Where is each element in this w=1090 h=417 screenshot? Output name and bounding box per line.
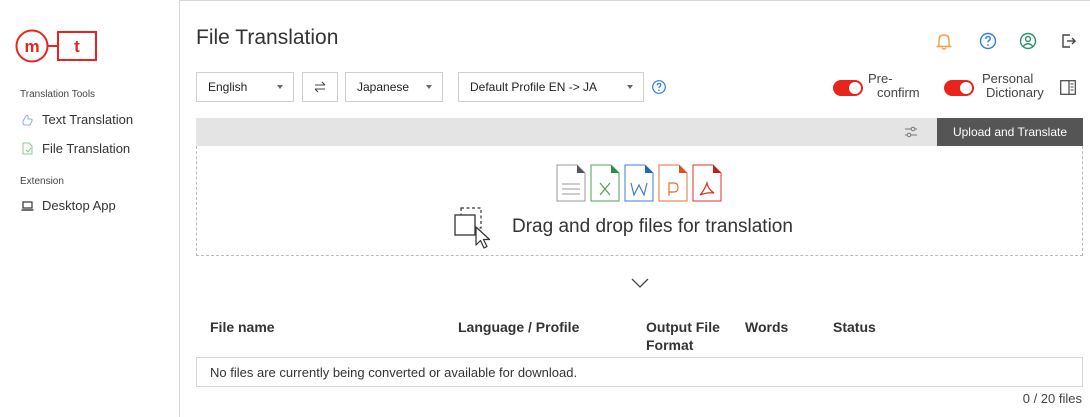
- empty-table-message: No files are currently being converted o…: [196, 357, 1083, 387]
- sidebar-item-desktop-app[interactable]: Desktop App: [20, 198, 116, 213]
- pdf-file-icon: [692, 164, 722, 202]
- laptop-icon: [20, 199, 34, 213]
- section-extension: Extension: [20, 176, 64, 187]
- swap-languages-button[interactable]: [302, 72, 338, 102]
- account-icon[interactable]: [1018, 31, 1038, 51]
- dictionary-label-line2: Dictionary: [986, 85, 1044, 100]
- source-language-value: English: [208, 80, 248, 94]
- powerpoint-file-icon: [658, 164, 688, 202]
- svg-text:t: t: [74, 37, 80, 56]
- logout-icon[interactable]: [1058, 31, 1078, 51]
- text-file-icon: [556, 164, 586, 202]
- file-translate-icon: [20, 142, 34, 156]
- preconfirm-label-line2: confirm: [877, 85, 920, 100]
- sidebar-item-text-translation[interactable]: Text Translation: [20, 112, 133, 127]
- supported-file-types: [556, 164, 722, 202]
- target-language-value: Japanese: [357, 80, 410, 94]
- dictionary-label-line1: Personal: [982, 71, 1034, 86]
- column-header-language-profile[interactable]: Language / Profile: [458, 318, 579, 336]
- column-header-line: Output File: [646, 319, 720, 335]
- swap-icon: [314, 81, 326, 93]
- chevron-down-icon[interactable]: [630, 276, 650, 290]
- text-translate-icon: [20, 113, 34, 127]
- svg-text:m: m: [24, 37, 39, 56]
- drag-drop-icon: [454, 207, 491, 249]
- mt-logo[interactable]: m t: [14, 28, 104, 64]
- preconfirm-toggle[interactable]: [833, 80, 863, 96]
- sidebar-item-label: Text Translation: [42, 112, 134, 127]
- page-title: File Translation: [196, 26, 339, 49]
- upload-and-translate-button[interactable]: Upload and Translate: [937, 118, 1083, 146]
- drop-instructions: Drag and drop files for translation: [512, 216, 793, 237]
- preconfirm-label-line1: Pre-: [868, 71, 893, 86]
- sidebar-item-file-translation[interactable]: File Translation: [20, 141, 130, 156]
- chevron-down-icon: [277, 85, 283, 89]
- word-file-icon: [624, 164, 654, 202]
- side-panel-icon[interactable]: [1060, 80, 1076, 95]
- column-header-words[interactable]: Words: [745, 318, 788, 336]
- toggle-knob: [849, 82, 861, 94]
- settings-sliders-icon[interactable]: [903, 124, 919, 140]
- column-header-output-format[interactable]: Output File Format: [646, 318, 720, 354]
- source-language-select[interactable]: English: [196, 72, 294, 102]
- section-translation-tools: Translation Tools: [20, 89, 96, 100]
- file-count: 0 / 20 files: [1022, 391, 1082, 406]
- upload-bar: [196, 118, 937, 146]
- bell-icon[interactable]: [934, 31, 954, 51]
- chevron-down-icon: [426, 85, 432, 89]
- sidebar-item-label: Desktop App: [42, 198, 116, 213]
- target-language-select[interactable]: Japanese: [345, 72, 443, 102]
- column-header-file-name[interactable]: File name: [210, 318, 275, 336]
- toggle-knob: [960, 82, 972, 94]
- help-icon[interactable]: [978, 31, 998, 51]
- personal-dictionary-toggle[interactable]: [944, 80, 974, 96]
- excel-file-icon: [590, 164, 620, 202]
- column-header-line: Format: [646, 337, 694, 353]
- chevron-down-icon: [627, 85, 633, 89]
- sidebar: m t Translation Tools Text Translation F…: [0, 0, 180, 417]
- column-header-status[interactable]: Status: [833, 318, 876, 336]
- profile-help-icon[interactable]: [651, 79, 667, 95]
- sidebar-item-label: File Translation: [42, 141, 131, 156]
- personal-dictionary-label: Personal Dictionary: [982, 72, 1044, 100]
- preconfirm-label: Pre- confirm: [868, 72, 920, 100]
- profile-select[interactable]: Default Profile EN -> JA: [458, 72, 644, 102]
- profile-value: Default Profile EN -> JA: [470, 80, 598, 94]
